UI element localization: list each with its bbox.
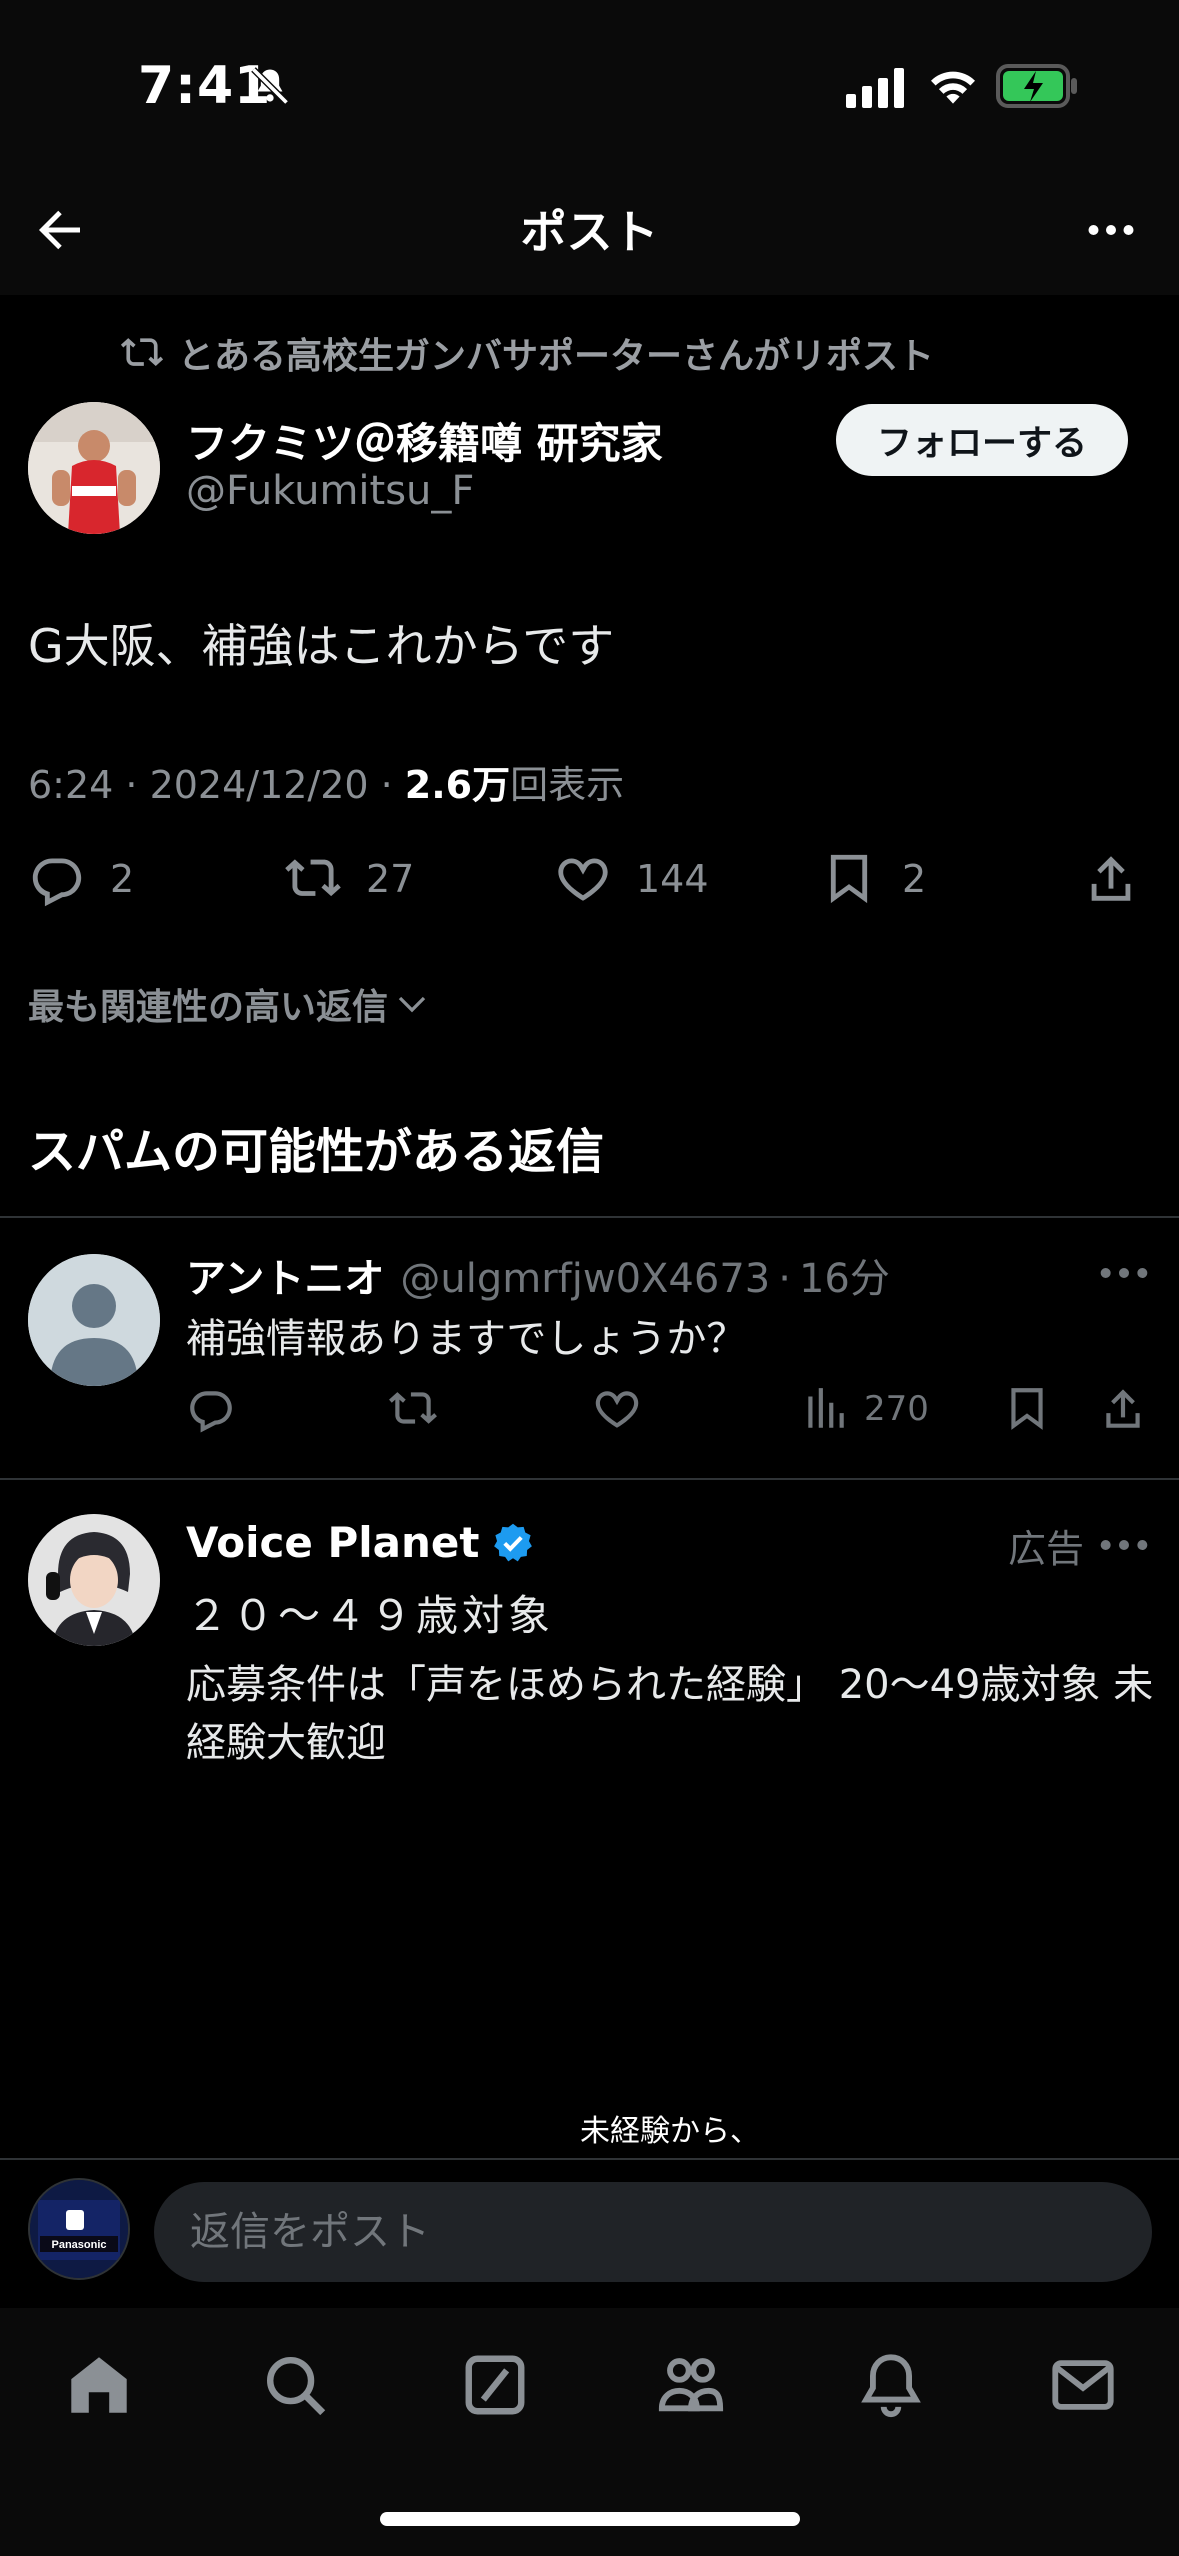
bookmark-button[interactable]: 2	[820, 850, 926, 908]
wifi-icon	[931, 71, 975, 104]
reply-view-count: 270	[864, 1389, 929, 1429]
divider	[0, 1216, 1179, 1218]
tab-search[interactable]	[260, 2350, 330, 2420]
ad-body-text: 応募条件は「声をほめられた経験」 20〜49歳対象 未経験大歓迎	[186, 1662, 1154, 1766]
tab-messages[interactable]	[1048, 2350, 1118, 2420]
search-icon	[267, 2357, 326, 2416]
post-action-bar: 2 27 144 2	[0, 850, 1179, 916]
view-count-suffix: 回表示	[510, 763, 625, 807]
reply-bookmark-button[interactable]	[1002, 1384, 1066, 1434]
tab-home[interactable]	[64, 2350, 134, 2420]
repost-attribution[interactable]: とある高校生ガンバサポーターさんがリポスト	[120, 328, 934, 378]
share-icon	[1106, 1389, 1140, 1428]
tab-communities[interactable]	[656, 2350, 726, 2420]
ad-account-name[interactable]: Voice Planet	[186, 1518, 535, 1567]
reply-more-icon[interactable]	[1099, 1258, 1149, 1288]
battery-charging-icon	[996, 64, 1077, 108]
bell-icon	[861, 2354, 921, 2418]
bookmark-count: 2	[902, 857, 927, 901]
bookmark-icon	[1011, 1388, 1043, 1430]
reply-share-button[interactable]	[1098, 1384, 1162, 1434]
author-avatar[interactable]	[28, 402, 160, 534]
share-button[interactable]	[1082, 850, 1164, 908]
ad-avatar[interactable]	[28, 1514, 160, 1646]
reply-time: 16分	[798, 1256, 890, 1302]
reply-count: 2	[110, 857, 135, 901]
reply-sort-label: 最も関連性の高い返信	[28, 987, 389, 1028]
home-icon	[71, 2357, 127, 2413]
reply-views-button[interactable]: 270	[800, 1384, 929, 1434]
repost-count: 27	[366, 857, 415, 901]
page-title: ポスト	[520, 205, 659, 259]
nav-header: ポスト	[0, 170, 1179, 295]
svg-text:Panasonic: Panasonic	[51, 2239, 106, 2251]
home-indicator[interactable]	[380, 2512, 800, 2526]
reply-separator: ·	[778, 1256, 791, 1302]
spam-section-title: スパムの可能性がある返信	[28, 1124, 605, 1180]
reply-author-handle[interactable]: @ulgmrfjw0X4673	[400, 1256, 770, 1302]
repost-icon	[389, 1392, 437, 1424]
reply-header: アントニオ @ulgmrfjw0X4673 · 16分	[186, 1246, 890, 1304]
author-avatar-image	[28, 402, 160, 534]
tab-grok[interactable]	[460, 2350, 530, 2420]
reply-sort-selector[interactable]: 最も関連性の高い返信	[28, 978, 430, 1030]
reply-author-name[interactable]: アントニオ	[186, 1246, 384, 1304]
like-button[interactable]: 144	[554, 850, 709, 908]
analytics-icon	[808, 1388, 844, 1428]
repost-button[interactable]: 27	[284, 850, 414, 908]
repost-attribution-text: とある高校生ガンバサポーターさんがリポスト	[178, 336, 935, 377]
mail-icon	[1052, 2360, 1114, 2410]
post-text: G大阪、補強はこれからです	[28, 619, 615, 673]
verified-badge-icon	[494, 1523, 533, 1561]
ad-media-caption[interactable]: 未経験から、	[0, 2106, 1179, 2150]
grok-icon	[465, 2355, 525, 2415]
author-name[interactable]: フクミツ＠移籍噂 研究家	[186, 410, 663, 471]
my-avatar-image: Panasonic	[30, 2180, 128, 2278]
post-meta: 6:24 · 2024/12/20 · 2.6万 回表示	[28, 754, 624, 809]
status-bar: 7:41	[0, 0, 1179, 170]
cellular-signal-icon	[846, 68, 904, 108]
follow-button[interactable]: フォローする	[836, 404, 1128, 476]
ad-more-icon[interactable]	[1099, 1530, 1149, 1560]
reply-icon	[190, 1391, 232, 1433]
author-handle[interactable]: @Fukumitsu_F	[186, 468, 474, 514]
reply-input[interactable]	[154, 2182, 1152, 2282]
reply-text: 補強情報ありますでしょうか？	[186, 1316, 747, 1362]
reply-action-bar: 270	[0, 1384, 1179, 1440]
communities-icon	[658, 2358, 724, 2412]
share-icon	[1091, 856, 1131, 901]
reply-icon	[32, 858, 82, 907]
view-count[interactable]: 2.6万	[405, 754, 510, 809]
ad-subtitle: ２０～４９歳対象	[186, 1591, 555, 1640]
heart-icon	[595, 1391, 639, 1428]
post-timestamp: 6:24 · 2024/12/20 ·	[28, 763, 393, 807]
reply-avatar[interactable]	[28, 1254, 160, 1386]
more-options-icon[interactable]	[1079, 200, 1143, 260]
repost-icon	[285, 859, 341, 897]
chevron-down-icon	[398, 996, 426, 1013]
bell-muted-icon	[251, 67, 289, 105]
reply-repost-button[interactable]	[388, 1384, 452, 1434]
ad-avatar-image	[28, 1514, 160, 1646]
heart-icon	[558, 858, 608, 901]
tab-notifications[interactable]	[856, 2350, 926, 2420]
ad-label: 広告	[1008, 1527, 1085, 1571]
reply-like-button[interactable]	[592, 1384, 656, 1434]
ad-account-name-text: Voice Planet	[186, 1518, 480, 1567]
divider	[0, 1478, 1179, 1480]
like-count: 144	[636, 857, 709, 901]
repost-icon	[120, 338, 164, 367]
bookmark-icon	[830, 854, 868, 904]
default-avatar-icon	[28, 1254, 160, 1386]
my-avatar[interactable]: Panasonic	[28, 2178, 130, 2280]
reply-button[interactable]: 2	[28, 850, 134, 908]
reply-reply-button[interactable]	[186, 1384, 250, 1434]
